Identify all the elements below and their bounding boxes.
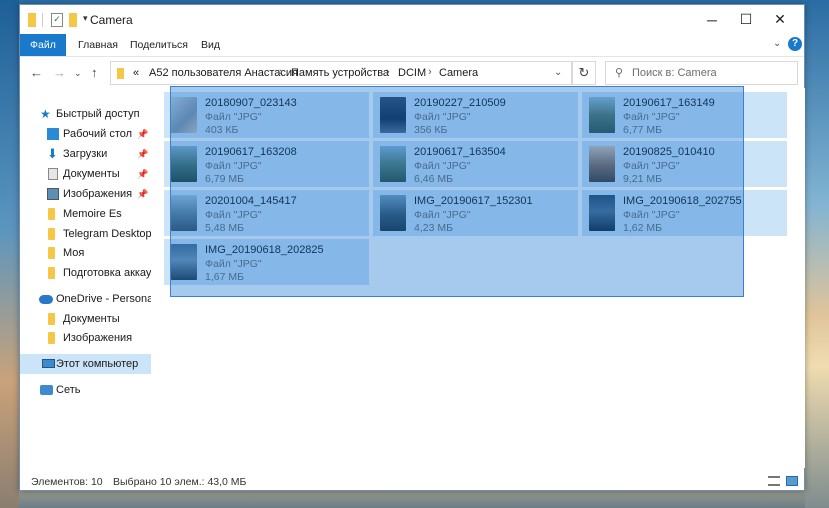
recent-locations-icon[interactable]: ⌄ xyxy=(74,68,82,79)
ribbon: Файл Главная Поделиться Вид ⌄ ? xyxy=(20,34,804,56)
folder-icon xyxy=(48,208,55,220)
crumb-storage[interactable]: Память устройства xyxy=(291,67,389,79)
selection-info: Выбрано 10 элем.: 43,0 МБ xyxy=(113,476,247,488)
folder-icon xyxy=(48,267,55,279)
close-button[interactable]: ✕ xyxy=(757,5,803,34)
nav-onedrive-documents[interactable]: Документы xyxy=(20,309,151,329)
pin-icon: 📌 xyxy=(137,189,149,199)
search-icon: ⚲ xyxy=(615,67,624,79)
folder-icon xyxy=(28,13,36,27)
status-bar: Элементов: 10 Выбрано 10 элем.: 43,0 МБ xyxy=(20,470,804,492)
address-row: ← → ⌄ ↑ « A52 пользователя Анастасия › П… xyxy=(20,56,804,89)
window-title: Camera xyxy=(90,13,133,27)
document-icon xyxy=(48,168,58,180)
drag-selection-rectangle xyxy=(170,86,744,297)
help-icon[interactable]: ? xyxy=(788,37,802,51)
folder-icon xyxy=(48,247,55,259)
details-view-icon[interactable] xyxy=(768,476,780,486)
cloud-icon xyxy=(39,295,53,304)
pin-icon: 📌 xyxy=(137,149,149,159)
folder-icon xyxy=(48,228,55,240)
divider xyxy=(42,13,43,27)
nav-item-downloads[interactable]: ⬇ Загрузки 📌 xyxy=(20,144,151,164)
download-icon: ⬇ xyxy=(47,146,58,161)
pictures-icon xyxy=(47,188,59,200)
desktop-icon xyxy=(47,128,59,140)
desktop-background-right xyxy=(805,0,829,508)
tab-file[interactable]: Файл xyxy=(20,34,66,56)
nav-onedrive[interactable]: OneDrive - Personal xyxy=(20,289,151,309)
nav-item-telegram[interactable]: Telegram Desktop xyxy=(20,224,151,244)
tab-home[interactable]: Главная xyxy=(68,34,128,56)
tiles-view-icon[interactable] xyxy=(786,476,798,486)
nav-item-podgotovka[interactable]: Подготовка аккаун xyxy=(20,263,151,283)
folder-icon xyxy=(117,68,124,79)
refresh-button[interactable]: ↻ xyxy=(572,61,596,85)
desktop-background-left xyxy=(0,0,19,508)
item-count: Элементов: 10 xyxy=(31,476,103,488)
star-icon: ★ xyxy=(40,107,51,121)
crumb-dcim[interactable]: DCIM xyxy=(398,67,426,79)
pin-icon: 📌 xyxy=(137,169,149,179)
search-placeholder: Поиск в: Camera xyxy=(632,67,717,79)
chevron-down-icon[interactable]: ⌄ xyxy=(554,67,562,78)
nav-item-pictures[interactable]: Изображения 📌 xyxy=(20,184,151,204)
new-folder-icon[interactable] xyxy=(69,13,77,27)
nav-network[interactable]: Сеть xyxy=(20,380,151,400)
properties-icon[interactable]: ✓ xyxy=(51,13,63,27)
nav-this-pc[interactable]: Этот компьютер xyxy=(20,354,151,374)
chevron-right-icon[interactable]: › xyxy=(279,66,283,78)
nav-item-documents[interactable]: Документы 📌 xyxy=(20,164,151,184)
nav-item-desktop[interactable]: Рабочий стол 📌 xyxy=(20,124,151,144)
crumb-device[interactable]: A52 пользователя Анастасия xyxy=(149,67,298,79)
navigation-pane: ★ Быстрый доступ Рабочий стол 📌 ⬇ Загруз… xyxy=(20,88,151,468)
address-bar[interactable]: « A52 пользователя Анастасия › Память ус… xyxy=(110,61,572,85)
computer-icon xyxy=(42,359,55,368)
tab-share[interactable]: Поделиться xyxy=(120,34,198,56)
expand-ribbon-icon[interactable]: ⌄ xyxy=(773,38,781,49)
back-arrow-icon[interactable]: ← xyxy=(30,65,43,80)
address-prefix[interactable]: « xyxy=(133,67,139,79)
nav-item-moya[interactable]: Моя xyxy=(20,243,151,263)
up-arrow-icon[interactable]: ↑ xyxy=(91,65,98,80)
forward-arrow-icon[interactable]: → xyxy=(53,65,66,80)
crumb-camera[interactable]: Camera xyxy=(439,67,478,79)
tab-view[interactable]: Вид xyxy=(191,34,230,56)
folder-icon xyxy=(48,332,55,344)
chevron-right-icon[interactable]: › xyxy=(386,66,390,78)
pin-icon: 📌 xyxy=(137,129,149,139)
nav-quick-access[interactable]: ★ Быстрый доступ xyxy=(20,104,151,124)
nav-item-memoire[interactable]: Memoire Es xyxy=(20,204,151,224)
chevron-right-icon[interactable]: › xyxy=(428,66,432,78)
network-icon xyxy=(40,385,53,395)
folder-icon xyxy=(48,313,55,325)
search-input[interactable]: ⚲ Поиск в: Camera xyxy=(605,61,798,85)
customize-toolbar-icon[interactable]: ▾ xyxy=(83,13,88,27)
title-bar: ✓ ▾ Camera ─ ☐ ✕ xyxy=(20,5,804,34)
nav-onedrive-pictures[interactable]: Изображения xyxy=(20,328,151,348)
